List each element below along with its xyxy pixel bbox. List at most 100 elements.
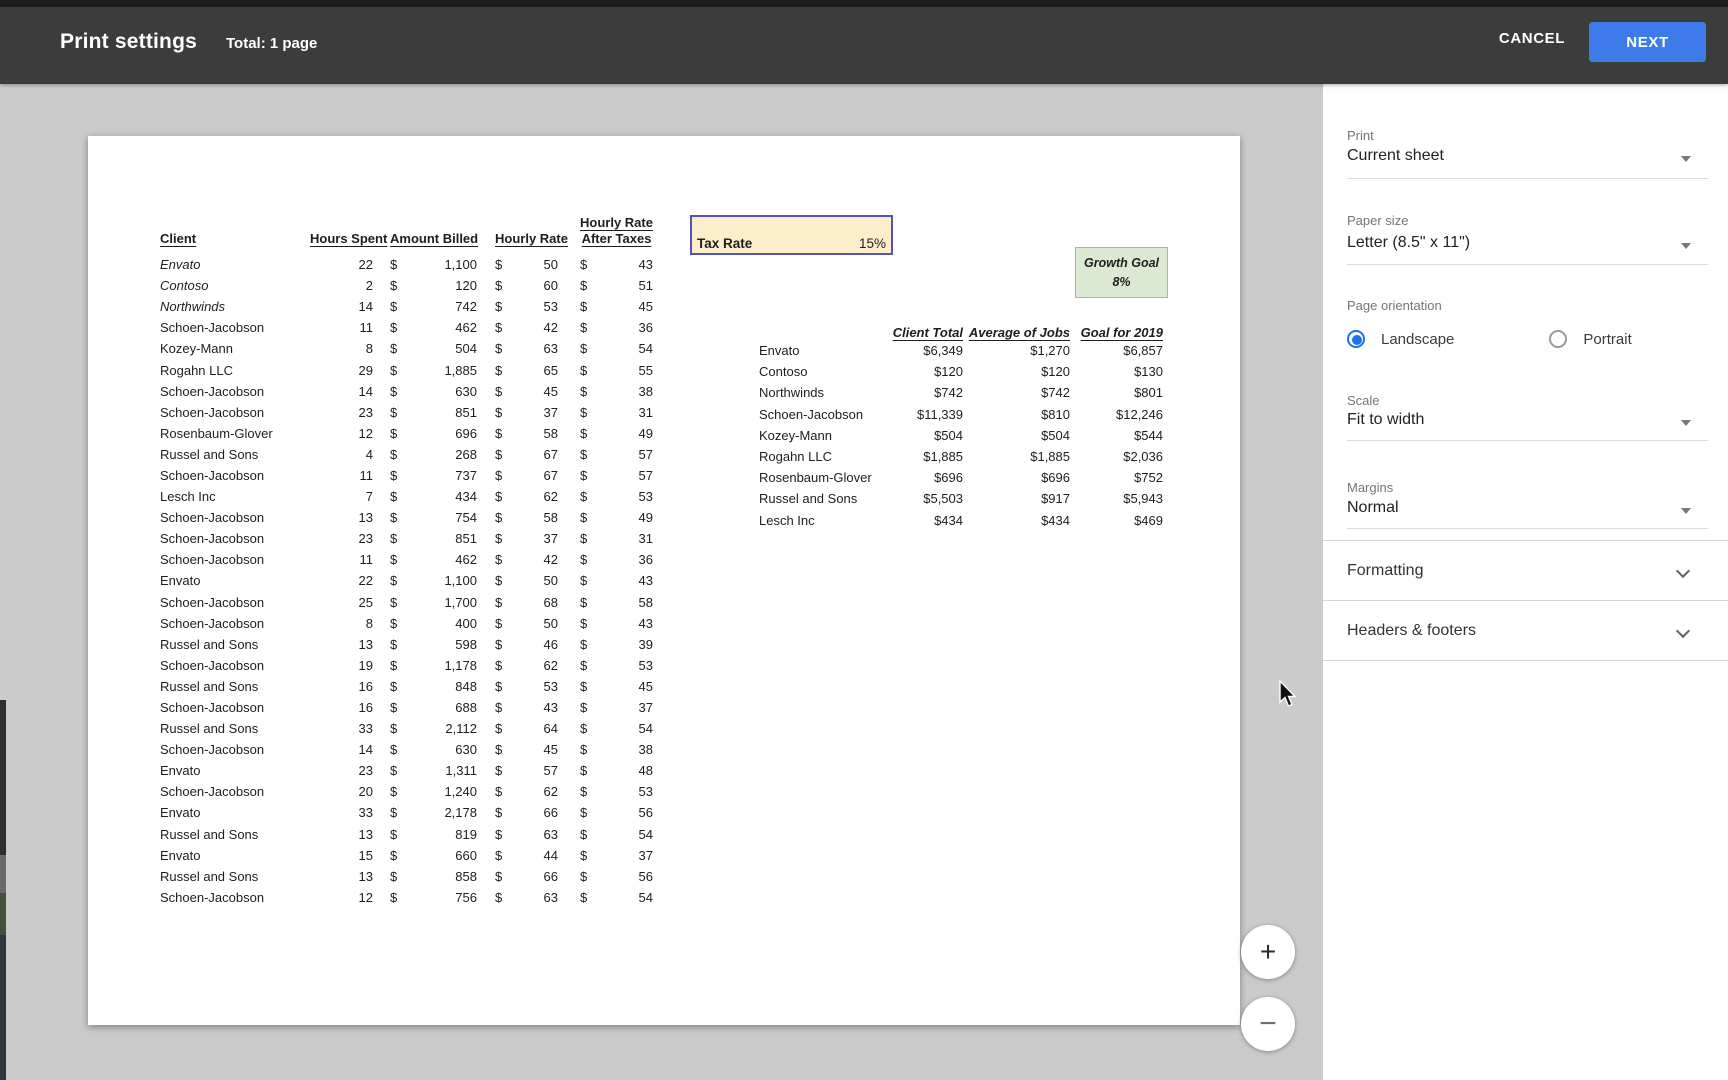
currency-symbol: $ xyxy=(390,531,397,546)
print-label: Print xyxy=(1347,128,1374,143)
currency-symbol: $ xyxy=(580,890,587,905)
currency-symbol: $ xyxy=(580,552,587,567)
portrait-radio-label[interactable]: Portrait xyxy=(1583,331,1631,348)
landscape-radio[interactable] xyxy=(1347,330,1365,348)
currency-symbol: $ xyxy=(390,890,397,905)
zoom-out-button[interactable]: − xyxy=(1241,997,1295,1051)
table-row: Schoen-Jacobson 23 $851 $37 $31 xyxy=(160,402,653,423)
print-settings-dialog: Print settings Total: 1 page CANCEL NEXT… xyxy=(0,0,1728,1080)
currency-symbol: $ xyxy=(390,447,397,462)
currency-symbol: $ xyxy=(580,447,587,462)
currency-symbol: $ xyxy=(580,595,587,610)
table-row: Envato $6,349 $1,270 $6,857 xyxy=(759,340,1163,361)
col-header-client: Client xyxy=(160,231,310,246)
table-row: Schoen-Jacobson 23 $851 $37 $31 xyxy=(160,528,653,549)
table-row: Schoen-Jacobson 20 $1,240 $62 $53 xyxy=(160,781,653,802)
chevron-down-icon[interactable] xyxy=(1677,624,1689,636)
currency-symbol: $ xyxy=(495,805,502,820)
print-target-dropdown[interactable]: Current sheet xyxy=(1347,147,1444,165)
currency-symbol: $ xyxy=(495,763,502,778)
currency-symbol: $ xyxy=(390,742,397,757)
currency-symbol: $ xyxy=(580,384,587,399)
next-button[interactable]: NEXT xyxy=(1589,22,1706,62)
table-row: Rogahn LLC 29 $1,885 $65 $55 xyxy=(160,359,653,380)
currency-symbol: $ xyxy=(580,784,587,799)
tax-rate-value: 15% xyxy=(859,236,886,251)
table-row: Contoso $120 $120 $130 xyxy=(759,361,1163,382)
currency-symbol: $ xyxy=(390,763,397,778)
cancel-button[interactable]: CANCEL xyxy=(1499,30,1565,47)
paper-size-dropdown[interactable]: Letter (8.5" x 11") xyxy=(1347,234,1470,252)
background-app-sliver xyxy=(0,893,6,935)
billing-table-body: Envato 22 $1,100 $50 $43 Contoso 2 xyxy=(160,254,653,908)
tax-rate-cell: Tax Rate 15% xyxy=(690,215,893,255)
dropdown-arrow-icon[interactable] xyxy=(1681,508,1691,514)
currency-symbol: $ xyxy=(390,827,397,842)
growth-goal-label: Growth Goal xyxy=(1084,254,1159,273)
currency-symbol: $ xyxy=(390,595,397,610)
section-divider xyxy=(1323,660,1728,661)
dropdown-arrow-icon[interactable] xyxy=(1681,156,1691,162)
currency-symbol: $ xyxy=(580,658,587,673)
currency-symbol: $ xyxy=(390,320,397,335)
table-row: Russel and Sons 13 $598 $46 $39 xyxy=(160,634,653,655)
currency-symbol: $ xyxy=(390,426,397,441)
table-row: Lesch Inc $434 $434 $469 xyxy=(759,510,1163,531)
scale-label: Scale xyxy=(1347,393,1380,408)
print-options-sidebar: Print Current sheet Paper size Letter (8… xyxy=(1323,84,1728,1080)
currency-symbol: $ xyxy=(580,363,587,378)
mouse-cursor-icon xyxy=(1278,680,1302,710)
currency-symbol: $ xyxy=(495,531,502,546)
summary-table-body: Envato $6,349 $1,270 $6,857 Contoso $120… xyxy=(759,340,1163,531)
currency-symbol: $ xyxy=(495,363,502,378)
portrait-radio[interactable] xyxy=(1549,330,1567,348)
currency-symbol: $ xyxy=(495,426,502,441)
table-row: Lesch Inc 7 $434 $62 $53 xyxy=(160,486,653,507)
zoom-in-button[interactable]: + xyxy=(1241,925,1295,979)
currency-symbol: $ xyxy=(580,320,587,335)
currency-symbol: $ xyxy=(390,510,397,525)
table-row: Envato 23 $1,311 $57 $48 xyxy=(160,760,653,781)
currency-symbol: $ xyxy=(390,848,397,863)
margins-dropdown[interactable]: Normal xyxy=(1347,499,1399,517)
table-row: Kozey-Mann $504 $504 $544 xyxy=(759,425,1163,446)
currency-symbol: $ xyxy=(390,363,397,378)
currency-symbol: $ xyxy=(495,320,502,335)
currency-symbol: $ xyxy=(390,700,397,715)
chevron-down-icon[interactable] xyxy=(1677,564,1689,576)
formatting-section-toggle[interactable]: Formatting xyxy=(1347,562,1423,580)
plus-icon: + xyxy=(1260,936,1276,967)
window-top-edge xyxy=(0,0,1728,7)
currency-symbol: $ xyxy=(390,552,397,567)
currency-symbol: $ xyxy=(495,721,502,736)
currency-symbol: $ xyxy=(495,784,502,799)
currency-symbol: $ xyxy=(495,299,502,314)
table-row: Russel and Sons 16 $848 $53 $45 xyxy=(160,676,653,697)
currency-symbol: $ xyxy=(580,257,587,272)
table-row: Russel and Sons 13 $858 $66 $56 xyxy=(160,866,653,887)
landscape-radio-label[interactable]: Landscape xyxy=(1381,331,1454,348)
currency-symbol: $ xyxy=(580,573,587,588)
currency-symbol: $ xyxy=(580,848,587,863)
currency-symbol: $ xyxy=(580,468,587,483)
currency-symbol: $ xyxy=(390,784,397,799)
currency-symbol: $ xyxy=(495,489,502,504)
currency-symbol: $ xyxy=(390,299,397,314)
currency-symbol: $ xyxy=(390,616,397,631)
dropdown-arrow-icon[interactable] xyxy=(1681,243,1691,249)
col-header-client-total: Client Total xyxy=(879,325,963,340)
scale-dropdown[interactable]: Fit to width xyxy=(1347,411,1424,429)
currency-symbol: $ xyxy=(580,763,587,778)
section-divider xyxy=(1323,540,1728,541)
currency-symbol: $ xyxy=(580,299,587,314)
table-row: Kozey-Mann 8 $504 $63 $54 xyxy=(160,338,653,359)
currency-symbol: $ xyxy=(495,595,502,610)
col-header-amount: Amount Billed xyxy=(390,231,477,246)
currency-symbol: $ xyxy=(390,468,397,483)
dropdown-arrow-icon[interactable] xyxy=(1681,420,1691,426)
growth-goal-value: 8% xyxy=(1112,273,1130,292)
print-preview-page: Client Hours Spent Amount Billed Hourly … xyxy=(88,136,1240,1025)
currency-symbol: $ xyxy=(580,679,587,694)
currency-symbol: $ xyxy=(495,341,502,356)
headers-footers-section-toggle[interactable]: Headers & footers xyxy=(1347,622,1476,640)
